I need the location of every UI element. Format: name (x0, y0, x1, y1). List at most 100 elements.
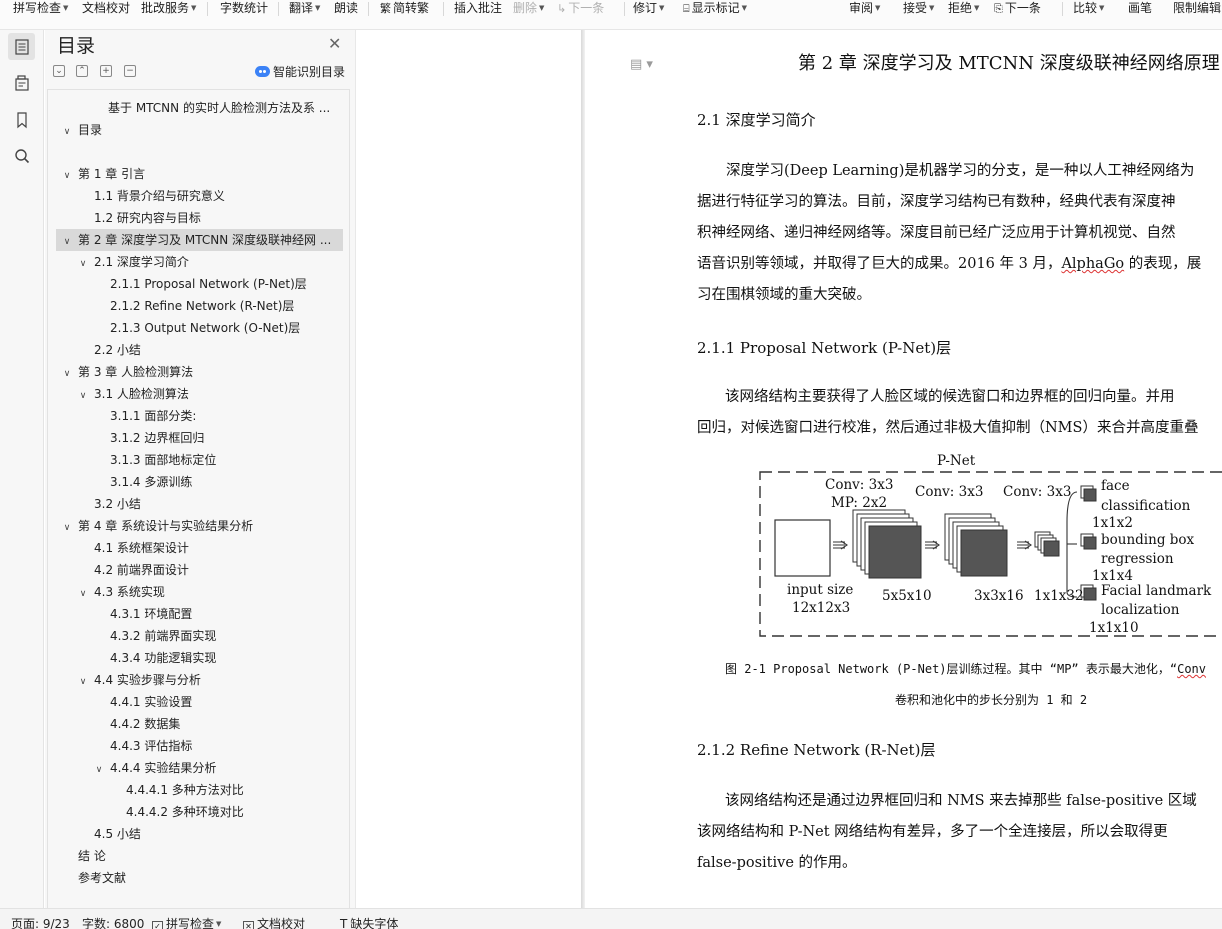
toc-item[interactable]: 基于 MTCNN 的实时人脸检测方法及系 ... (56, 97, 343, 119)
toc-item[interactable]: 3.1.1 面部分类: (56, 405, 343, 427)
add-level-icon[interactable]: + (100, 65, 112, 77)
pen-button[interactable]: 画笔 (1128, 0, 1152, 17)
toc-item[interactable]: ∨ 3.1 人脸检测算法 (56, 383, 343, 405)
proofread-status[interactable]: ✕ 文档校对 (243, 917, 305, 929)
misspelled-word[interactable]: AlphaGo (1061, 256, 1124, 272)
toc-item[interactable]: 4.3.4 功能逻辑实现 (56, 647, 343, 669)
toc-item[interactable]: ∨ 第 1 章 引言 (56, 163, 343, 185)
toc-item[interactable]: ∨ 第 2 章 深度学习及 MTCNN 深度级联神经网 ... (56, 229, 343, 251)
status-bar: 页面: 9/23 字数: 6800 ✓ 拼写检查 ▼ ✕ 文档校对 T 缺失字体 (0, 908, 1222, 929)
toc-item[interactable]: 4.4.4.2 多种环境对比 (56, 801, 343, 823)
track-changes-button[interactable]: 修订 ▼ (633, 0, 664, 17)
chevron-down-icon[interactable]: ∨ (62, 231, 72, 251)
check-icon: ✓ (152, 921, 163, 929)
toc-item[interactable]: ∨ 目录 (56, 119, 343, 141)
chevron-down-icon[interactable]: ∨ (78, 253, 88, 273)
paragraph-line: 语音识别等领域，并取得了巨大的成果。2016 年 3 月，AlphaGo 的表现… (697, 256, 1202, 272)
spell-check-button[interactable]: 拼写检查 ▼ (13, 0, 68, 17)
chevron-down-icon[interactable]: ∨ (78, 671, 88, 691)
toc-item[interactable]: 4.4.2 数据集 (56, 713, 343, 735)
word-count-indicator[interactable]: 字数: 6800 (82, 917, 144, 929)
toc-item-label: 2.1.2 Refine Network (R-Net)层 (110, 299, 295, 313)
restrict-editing-button[interactable]: 限制编辑 (1173, 0, 1221, 17)
toc-item[interactable]: 结 论 (56, 845, 343, 867)
toc-item[interactable]: 4.4.3 评估指标 (56, 735, 343, 757)
paragraph-line: 回归，对候选窗口进行校准，然后通过非极大值抑制（NMS）来合并高度重叠 (697, 420, 1199, 436)
toc-item-label: 4.4.4.1 多种方法对比 (126, 783, 244, 797)
search-icon[interactable] (8, 142, 35, 169)
show-markup-button[interactable]: ⌸ 显示标记 ▼ (683, 0, 747, 17)
chevron-down-icon[interactable]: ∨ (62, 165, 72, 185)
toc-item[interactable]: ∨ 4.4 实验步骤与分析 (56, 669, 343, 691)
navigation-icon[interactable] (8, 69, 35, 96)
page-indicator[interactable]: 页面: 9/23 (11, 917, 70, 929)
toc-item[interactable]: 4.3.1 环境配置 (56, 603, 343, 625)
toc-item[interactable]: 3.2 小结 (56, 493, 343, 515)
spell-check-status[interactable]: ✓ 拼写检查 ▼ (152, 917, 221, 929)
toc-item[interactable]: ∨ 2.1 深度学习简介 (56, 251, 343, 273)
toc-item[interactable]: 2.1.1 Proposal Network (P-Net)层 (56, 273, 343, 295)
toc-item[interactable]: 2.2 小结 (56, 339, 343, 361)
chevron-down-icon[interactable]: ∨ (62, 363, 72, 383)
correction-service-button[interactable]: 批改服务 ▼ (141, 0, 196, 17)
toc-item[interactable]: ∨ 4.4.4 实验结果分析 (56, 757, 343, 779)
toc-item[interactable]: 4.5 小结 (56, 823, 343, 845)
figure-caption-line-2: 卷积和池化中的步长分别为 1 和 2 (895, 693, 1088, 707)
paragraph-line: 该网络结构还是通过边界框回归和 NMS 来去掉那些 false-positive… (725, 793, 1197, 809)
page-menu-icon[interactable]: ▤ ▾ (630, 57, 653, 72)
delete-comment-button[interactable]: 删除 ▼ (513, 0, 544, 17)
ai-icon (255, 66, 270, 77)
figure-label: 12x12x3 (792, 600, 851, 616)
toc-item[interactable]: 参考文献 (56, 867, 343, 889)
toc-item-label: 3.1.3 面部地标定位 (110, 453, 217, 467)
reject-button[interactable]: 拒绝 ▼ (948, 0, 979, 17)
smart-recognize-toc-button[interactable]: 智能识别目录 (255, 64, 345, 80)
chevron-down-icon[interactable]: ∨ (62, 121, 72, 141)
word-count-button[interactable]: 字数统计 (220, 0, 268, 17)
toc-item[interactable]: 2.1.2 Refine Network (R-Net)层 (56, 295, 343, 317)
chevron-down-icon[interactable]: ∨ (78, 385, 88, 405)
accept-button[interactable]: 接受 ▼ (903, 0, 934, 17)
toc-item[interactable]: 1.1 背景介绍与研究意义 (56, 185, 343, 207)
toc-item[interactable]: 3.1.4 多源训练 (56, 471, 343, 493)
toc-item-label: 4.4.3 评估指标 (110, 739, 193, 753)
review-button[interactable]: 审阅 ▼ (849, 0, 880, 17)
chevron-down-icon[interactable]: ∨ (78, 583, 88, 603)
toc-item[interactable]: 2.1.3 Output Network (O-Net)层 (56, 317, 343, 339)
toc-panel: 目录 ✕ ⌄ ⌃ + − 智能识别目录 基于 MTCNN 的实时人脸检测方法及系… (45, 30, 355, 908)
proofread-button[interactable]: 文档校对 (82, 0, 130, 17)
toc-item-label: 4.3.2 前端界面实现 (110, 629, 217, 643)
translate-button[interactable]: 翻译 ▼ (289, 0, 320, 17)
toc-item[interactable]: 4.1 系统框架设计 (56, 537, 343, 559)
figure-title: P-Net (937, 453, 976, 469)
chevron-down-icon[interactable]: ∨ (94, 759, 104, 779)
toc-item[interactable]: 1.2 研究内容与目标 (56, 207, 343, 229)
document-page[interactable]: ▤ ▾ 第 2 章 深度学习及 MTCNN 深度级联神经网络原理 2.1 深度学… (585, 30, 1222, 908)
toc-item[interactable]: 4.3.2 前端界面实现 (56, 625, 343, 647)
read-aloud-button[interactable]: 朗读 (334, 0, 358, 17)
toc-item[interactable]: 4.2 前端界面设计 (56, 559, 343, 581)
next-comment-button[interactable]: ↳ 下一条 (557, 0, 604, 17)
toc-item[interactable]: ∨ 第 3 章 人脸检测算法 (56, 361, 343, 383)
next-change-button[interactable]: ⎘ 下一条 (994, 0, 1041, 17)
close-icon[interactable]: ✕ (328, 35, 341, 53)
toc-item[interactable]: ∨ 4.3 系统实现 (56, 581, 343, 603)
figure-label: Facial landmark (1101, 583, 1212, 599)
toc-icon[interactable] (8, 33, 35, 60)
paragraph-line: 深度学习(Deep Learning)是机器学习的分支，是一种以人工神经网络为 (726, 163, 1195, 179)
toc-item[interactable]: 4.4.4.1 多种方法对比 (56, 779, 343, 801)
missing-font-status[interactable]: T 缺失字体 (340, 917, 398, 929)
remove-level-icon[interactable]: − (124, 65, 136, 77)
expand-up-icon[interactable]: ⌃ (76, 65, 88, 77)
chevron-down-icon[interactable]: ∨ (62, 517, 72, 537)
toc-item[interactable]: 4.4.1 实验设置 (56, 691, 343, 713)
toc-item[interactable]: 3.1.3 面部地标定位 (56, 449, 343, 471)
simplified-to-traditional-button[interactable]: 繁简转繁 (380, 0, 429, 17)
bookmark-icon[interactable] (8, 106, 35, 133)
toc-item[interactable]: ∨ 第 4 章 系统设计与实验结果分析 (56, 515, 343, 537)
toc-item-label: 第 1 章 引言 (78, 167, 146, 181)
toc-item[interactable]: 3.1.2 边界框回归 (56, 427, 343, 449)
collapse-all-icon[interactable]: ⌄ (53, 65, 65, 77)
compare-button[interactable]: 比较 ▼ (1073, 0, 1104, 17)
insert-comment-button[interactable]: 插入批注 (454, 0, 502, 17)
